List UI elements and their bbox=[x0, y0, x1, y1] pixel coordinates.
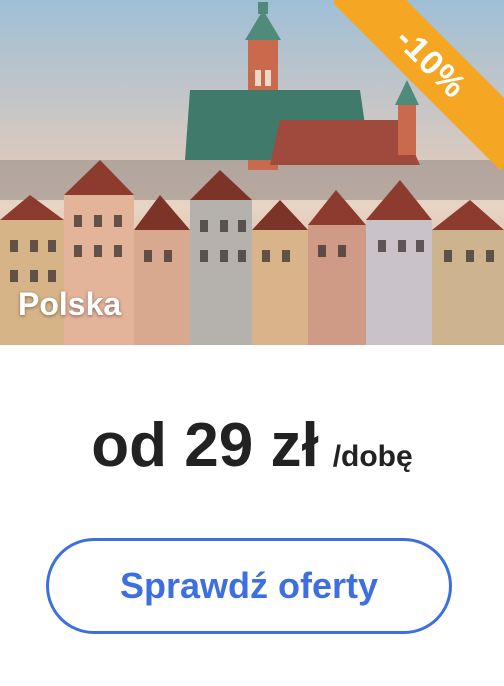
price: od 29 zł/dobę bbox=[0, 410, 504, 481]
offer-card[interactable]: -10% Polska od 29 zł/dobę Sprawdź oferty bbox=[0, 0, 504, 686]
price-amount: od 29 zł bbox=[91, 411, 319, 480]
check-offers-button[interactable]: Sprawdź oferty bbox=[46, 538, 452, 634]
hero-image: -10% Polska bbox=[0, 0, 504, 345]
discount-label: -10% bbox=[334, 0, 504, 170]
price-unit: /dobę bbox=[332, 440, 413, 473]
discount-ribbon: -10% bbox=[334, 0, 504, 170]
country-title: Polska bbox=[18, 286, 122, 322]
